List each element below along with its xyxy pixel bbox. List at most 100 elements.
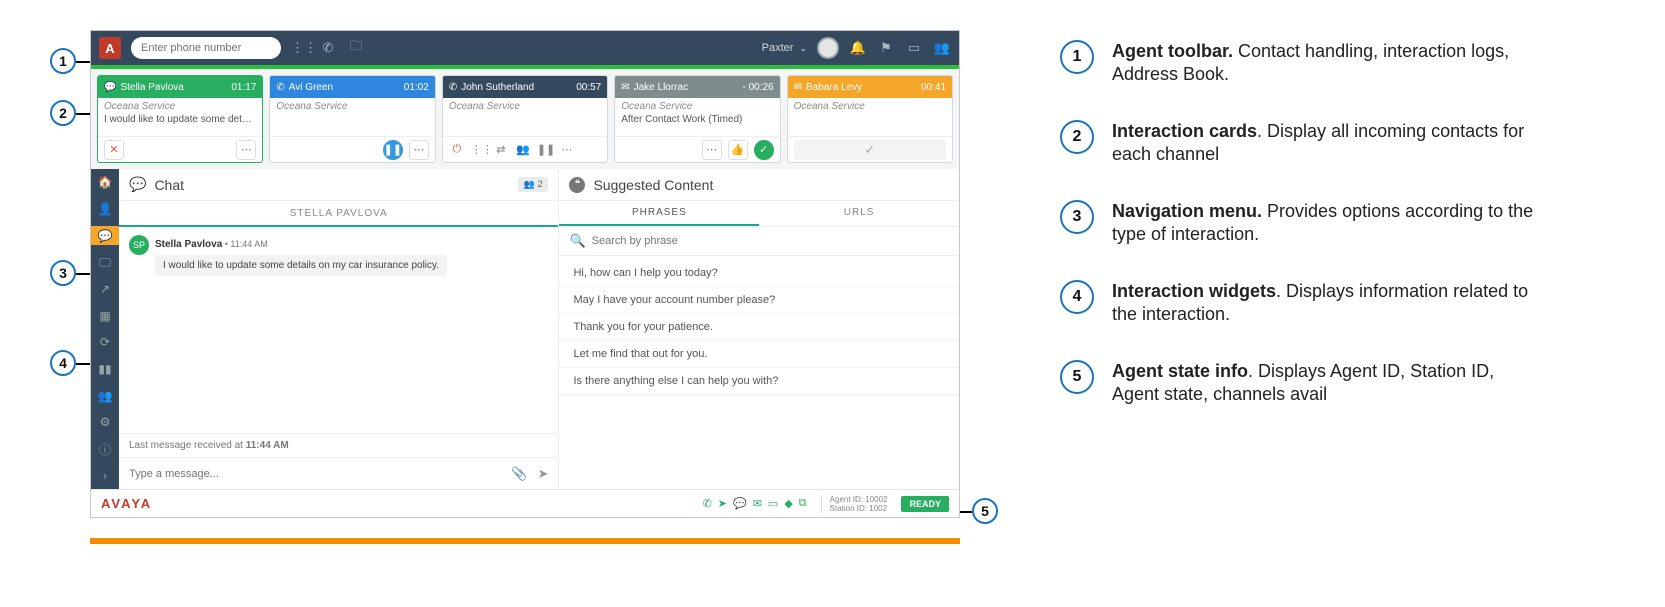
panel-title: Suggested Content — [593, 177, 713, 193]
consult-icon[interactable]: 👥 — [515, 143, 531, 156]
bell-icon[interactable]: 🔔 — [849, 40, 867, 56]
card-timer: 01:02 — [404, 82, 429, 93]
last-message-info: Last message received at 11:44 AM — [119, 433, 558, 457]
channel-voice-icon: ✆ — [703, 497, 712, 510]
interaction-card[interactable]: ✆ Avi Green 01:02 Oceana Service ❚❚ ⋯ — [269, 75, 435, 163]
nav-popout-icon[interactable]: ↗ — [91, 280, 119, 299]
tab-phrases[interactable]: PHRASES — [559, 201, 759, 226]
channel-icons: ✆ ➤ 💬 ✉ ▭ ◆ ⧉ — [703, 497, 807, 510]
dialpad-icon[interactable]: ⋮⋮ — [291, 40, 309, 56]
avatar[interactable] — [817, 37, 839, 59]
chat-message: I would like to update some details on m… — [155, 255, 447, 276]
card-name: Jake Llorrac — [634, 82, 688, 93]
interaction-card[interactable]: ✉ Jake Llorrac - 00:26 Oceana Service Af… — [614, 75, 780, 163]
channel-message-icon: 💬 — [733, 497, 747, 510]
nav-contact-icon[interactable]: 👤 — [91, 200, 119, 219]
nav-team-icon[interactable]: 👥 — [91, 386, 119, 405]
channel-social-icon: ◆ — [784, 497, 792, 510]
nav-history-icon[interactable]: ⟳ — [91, 333, 119, 352]
transfer-icon[interactable]: ⇄ — [493, 143, 509, 156]
callout-2: 2 — [50, 100, 76, 126]
interaction-card[interactable]: 💬 Stella Pavlova 01:17 Oceana Service I … — [97, 75, 263, 163]
agent-info: Agent ID: 10002 Station ID: 1002 — [821, 495, 888, 513]
phrase-item[interactable]: Hi, how can I help you today? — [559, 260, 959, 287]
callout-5: 5 — [972, 498, 998, 524]
agent-state-badge[interactable]: READY — [901, 496, 949, 512]
legend-text: Agent toolbar. Contact handling, interac… — [1112, 40, 1542, 86]
channel-video-icon: ⧉ — [799, 497, 807, 510]
legend-number: 5 — [1060, 360, 1094, 394]
phrase-item[interactable]: Thank you for your patience. — [559, 314, 959, 341]
navigation-menu: 🏠 👤 💬 🖵 ↗ ▦ ⟳ ▮▮ 👥 ⚙ ⓘ › — [91, 169, 119, 489]
participant-count[interactable]: 👥 2 — [518, 177, 549, 192]
card-service: Oceana Service — [443, 98, 607, 112]
nav-home-icon[interactable]: 🏠 — [91, 173, 119, 192]
user-menu[interactable]: Paxter ⌄ — [762, 42, 807, 54]
more-icon[interactable]: ⋯ — [236, 140, 256, 160]
phrase-item[interactable]: May I have your account number please? — [559, 287, 959, 314]
card-timer: 00:41 — [921, 82, 946, 93]
compose-input[interactable] — [129, 468, 501, 480]
folder-icon[interactable]: 🗀 — [347, 37, 365, 59]
search-icon: 🔍 — [569, 233, 585, 249]
tab-urls[interactable]: URLS — [759, 201, 959, 226]
panel-title: Chat — [154, 177, 184, 193]
nav-settings-icon[interactable]: ⚙ — [91, 413, 119, 432]
more-icon[interactable]: ⋯ — [702, 140, 722, 160]
nav-stats-icon[interactable]: ▮▮ — [91, 360, 119, 379]
more-icon[interactable]: ⋯ — [559, 143, 575, 156]
chat-tab[interactable]: STELLA PAVLOVA — [119, 201, 558, 227]
footer-logo: AVAYA — [101, 496, 152, 511]
send-icon[interactable]: ➤ — [538, 466, 549, 482]
legend-text: Interaction cards. Display all incoming … — [1112, 120, 1542, 166]
channel-chat-icon: ➤ — [718, 497, 727, 510]
team-icon[interactable]: 👥 — [933, 40, 951, 56]
card-service: Oceana Service — [788, 98, 952, 112]
card-name: Babara Levy — [806, 82, 862, 93]
callout-3: 3 — [50, 260, 76, 286]
phone-input[interactable] — [131, 37, 281, 59]
card-service: Oceana Service — [98, 98, 262, 112]
thumbs-icon[interactable]: 👍 — [728, 140, 748, 160]
app-window: A ⋮⋮ ✆ 🗀 Paxter ⌄ 🔔 ⚑ ▭ 👥 💬 — [90, 30, 960, 518]
keypad-icon[interactable]: ⋮⋮ — [471, 143, 487, 156]
nav-tile-icon[interactable]: ▦ — [91, 306, 119, 325]
card-preview: I would like to update some details on m… — [98, 112, 262, 136]
hold-icon[interactable]: ❚❚ — [537, 143, 553, 156]
card-status: After Contact Work (Timed) — [615, 112, 779, 136]
interaction-cards-row: 💬 Stella Pavlova 01:17 Oceana Service I … — [91, 69, 959, 169]
agent-toolbar: A ⋮⋮ ✆ 🗀 Paxter ⌄ 🔔 ⚑ ▭ 👥 — [91, 31, 959, 65]
attach-icon[interactable]: 📎 — [511, 466, 527, 482]
legend-text: Agent state info. Displays Agent ID, Sta… — [1112, 360, 1542, 406]
interaction-card[interactable]: ✉ Babara Levy 00:41 Oceana Service ✓ — [787, 75, 953, 163]
nav-chat-icon[interactable]: 💬 — [91, 226, 119, 245]
nav-info-icon[interactable]: ⓘ — [91, 440, 119, 459]
callout-4: 4 — [50, 350, 76, 376]
phrase-item[interactable]: Let me find that out for you. — [559, 341, 959, 368]
legend-text: Interaction widgets. Displays informatio… — [1112, 280, 1542, 326]
card-service: Oceana Service — [615, 98, 779, 112]
interaction-card[interactable]: ✆ John Sutherland 00:57 Oceana Service ⏻… — [442, 75, 608, 163]
flag-icon[interactable]: ⚑ — [877, 40, 895, 56]
hangup-icon[interactable]: ⏻ — [449, 143, 465, 156]
card-timer: 01:17 — [231, 82, 256, 93]
legend-number: 2 — [1060, 120, 1094, 154]
card-timer: 00:57 — [576, 82, 601, 93]
chat-widget: 💬 Chat 👥 2 STELLA PAVLOVA SP Stella Pavl… — [119, 169, 559, 489]
phone-icon: ✆ — [449, 82, 457, 93]
call-icon[interactable]: ✆ — [319, 40, 337, 56]
accept-button[interactable]: ✓ — [794, 140, 946, 160]
addressbook-icon[interactable]: ▭ — [905, 40, 923, 56]
nav-expand-icon[interactable]: › — [91, 466, 119, 485]
phrase-search-input[interactable] — [592, 235, 949, 247]
more-icon[interactable]: ⋯ — [409, 140, 429, 160]
close-icon[interactable]: ✕ — [104, 140, 124, 160]
hold-icon[interactable]: ❚❚ — [383, 140, 403, 160]
message-meta: Stella Pavlova • 11:44 AM — [155, 239, 268, 250]
nav-screen-icon[interactable]: 🖵 — [91, 253, 119, 272]
accept-icon[interactable]: ✓ — [754, 140, 774, 160]
legend-text: Navigation menu. Provides options accord… — [1112, 200, 1542, 246]
phrase-item[interactable]: Is there anything else I can help you wi… — [559, 368, 959, 395]
phone-icon: ✆ — [276, 82, 284, 93]
legend-number: 4 — [1060, 280, 1094, 314]
